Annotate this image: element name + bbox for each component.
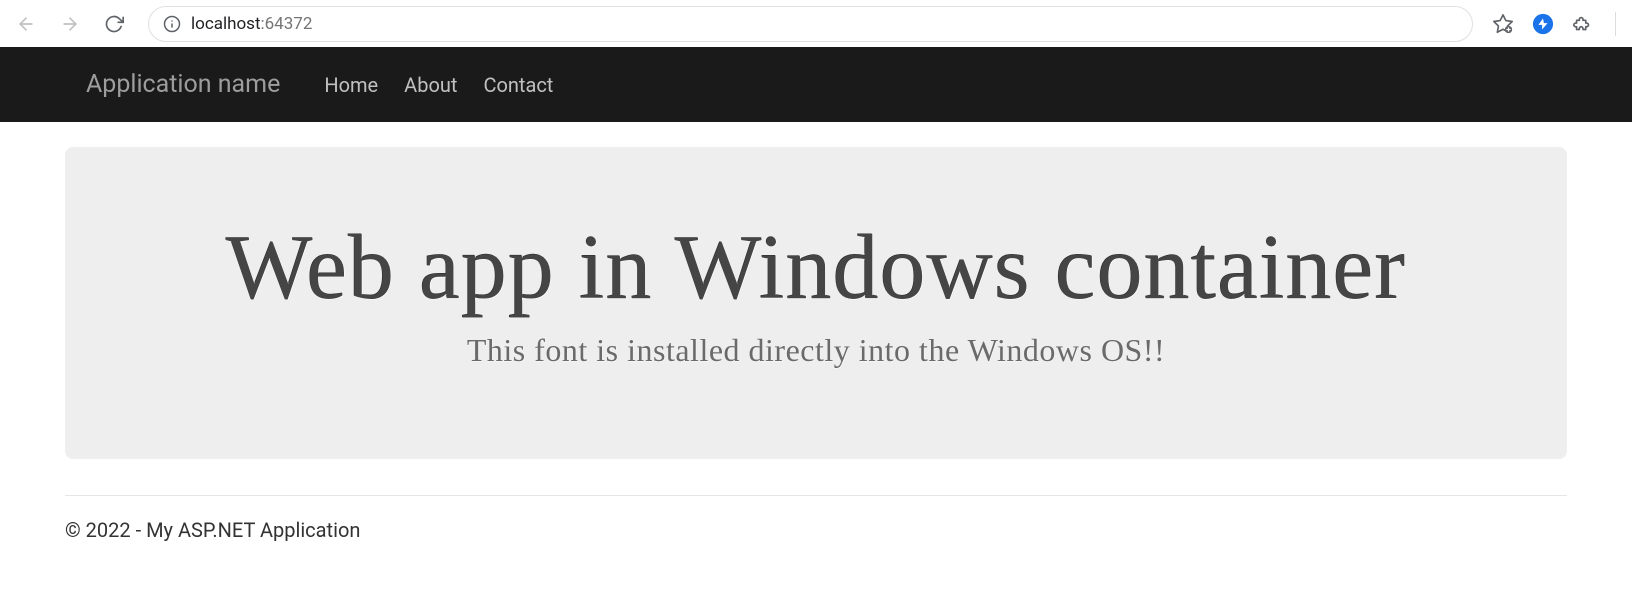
extensions-button[interactable] <box>1569 10 1597 38</box>
url-port: :64372 <box>261 14 313 34</box>
url-text: localhost:64372 <box>191 14 312 34</box>
arrow-left-icon <box>16 14 36 34</box>
app-navbar: Application name Home About Contact <box>0 47 1632 122</box>
main-content: Web app in Windows container This font i… <box>0 122 1632 459</box>
favorites-button[interactable] <box>1489 10 1517 38</box>
reload-button[interactable] <box>96 6 132 42</box>
toolbar-right <box>1489 10 1624 38</box>
toolbar-separator <box>1615 12 1616 36</box>
back-button[interactable] <box>8 6 44 42</box>
hero-title: Web app in Windows container <box>95 217 1537 318</box>
star-plus-icon <box>1492 13 1514 35</box>
profile-icon <box>1532 13 1554 35</box>
info-icon <box>163 15 181 33</box>
address-bar[interactable]: localhost:64372 <box>148 6 1473 42</box>
nav-link-home[interactable]: Home <box>324 73 378 97</box>
nav-link-contact[interactable]: Contact <box>483 73 553 97</box>
reload-icon <box>104 14 124 34</box>
browser-toolbar: localhost:64372 <box>0 0 1632 47</box>
footer-text: © 2022 - My ASP.NET Application <box>0 496 1632 562</box>
hero-subtitle: This font is installed directly into the… <box>95 332 1537 369</box>
arrow-right-icon <box>60 14 80 34</box>
profile-button[interactable] <box>1529 10 1557 38</box>
nav-links: Home About Contact <box>324 73 553 97</box>
site-info-button[interactable] <box>163 15 181 33</box>
puzzle-icon <box>1572 13 1594 35</box>
jumbotron: Web app in Windows container This font i… <box>65 147 1567 459</box>
brand-link[interactable]: Application name <box>86 70 280 99</box>
forward-button[interactable] <box>52 6 88 42</box>
nav-link-about[interactable]: About <box>404 73 457 97</box>
url-host: localhost <box>191 14 261 34</box>
